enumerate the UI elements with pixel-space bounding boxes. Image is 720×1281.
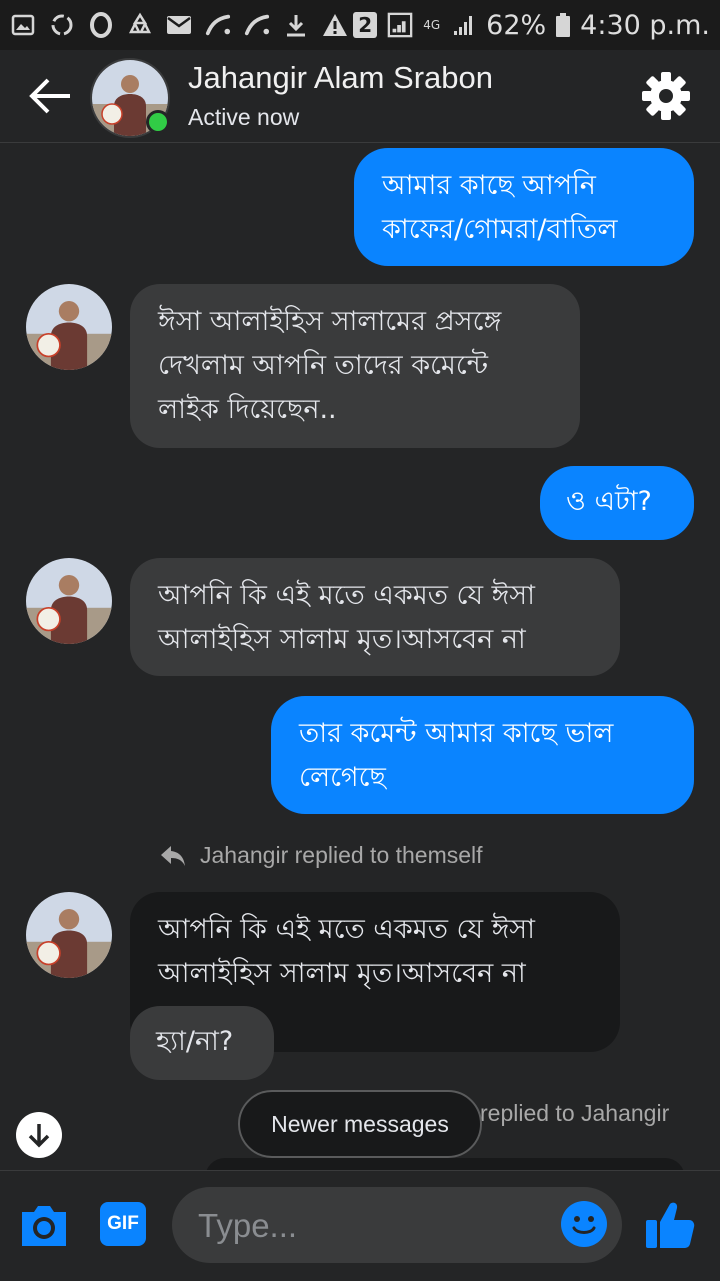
- contact-avatar[interactable]: [90, 58, 170, 138]
- message-incoming[interactable]: হ্যা/না?: [130, 1006, 274, 1080]
- avatar[interactable]: [26, 284, 112, 370]
- avatar[interactable]: [26, 892, 112, 978]
- network-type: 4G: [423, 18, 441, 32]
- message-line: লেগেছে: [299, 762, 386, 793]
- message-input[interactable]: [196, 1187, 560, 1265]
- like-button[interactable]: [642, 1196, 698, 1252]
- signal-icon: [450, 12, 476, 38]
- battery-icon: [556, 12, 571, 38]
- message-line: ঈসা আলাইহিস সালামের প্রসঙ্গে: [158, 306, 502, 337]
- sync-icon: [49, 12, 75, 38]
- gallery-icon: [10, 12, 36, 38]
- reply-note-text: Jahangir replied to themself: [200, 842, 483, 868]
- message-line: দেখলাম আপনি তাদের কমেন্টে: [158, 350, 489, 381]
- arrow-down-icon: [28, 1124, 50, 1148]
- mail-icon: [166, 12, 192, 38]
- message-line: ও এটা?: [566, 486, 652, 517]
- message-outgoing[interactable]: ও এটা?: [540, 466, 694, 540]
- message-line: তার কমেন্ট আমার কাছে ভাল: [299, 718, 614, 749]
- camera-button[interactable]: [18, 1200, 70, 1250]
- contact-name[interactable]: Jahangir Alam Srabon: [188, 60, 493, 96]
- phone-hook-icon: [205, 12, 231, 38]
- gif-button[interactable]: GIF: [100, 1202, 146, 1246]
- message-outgoing[interactable]: তার কমেন্ট আমার কাছে ভাল লেগেছে: [271, 696, 694, 814]
- back-button[interactable]: [26, 74, 74, 118]
- battery-percent: 62%: [486, 9, 547, 41]
- reply-icon: [161, 845, 185, 866]
- newer-messages-button[interactable]: Newer messages: [238, 1090, 482, 1158]
- arrow-left-icon: [29, 78, 70, 114]
- gear-icon: [642, 72, 690, 120]
- message-line: লাইক দিয়েছেন..: [158, 394, 337, 425]
- recycle-icon: [127, 12, 153, 38]
- warning-icon: [322, 12, 348, 38]
- download-icon: [283, 12, 309, 38]
- scroll-down-button[interactable]: [16, 1112, 62, 1158]
- message-line: আলাইহিস সালাম মৃত।আসবেন না: [158, 624, 526, 655]
- reply-note-partial: replied to Jahangir: [480, 1100, 670, 1126]
- settings-button[interactable]: [640, 70, 692, 122]
- clock: 4:30 p.m.: [580, 9, 710, 41]
- signal-outline-icon: [387, 12, 413, 38]
- message-line: আপনি কি এই মতে একমত যে ঈসা: [158, 580, 535, 611]
- sim-2-icon: 2: [353, 12, 378, 38]
- message-line: আপনি কি এই মতে একমত যে ঈসা: [158, 914, 535, 945]
- camera-icon: [22, 1206, 66, 1246]
- opera-icon: [88, 12, 114, 38]
- conversation-header: Jahangir Alam Srabon Active now: [0, 50, 720, 143]
- phone-hook-icon: [244, 12, 270, 38]
- message-line: কাফের/গোমরা/বাতিল: [382, 214, 618, 245]
- online-indicator: [146, 110, 170, 134]
- status-bar: 2 4G 62% 4:30 p.m.: [0, 0, 720, 50]
- message-outgoing[interactable]: আমার কাছে আপনি কাফের/গোমরা/বাতিল: [354, 148, 694, 266]
- emoji-icon: [561, 1201, 607, 1247]
- thumbs-up-icon: [646, 1202, 695, 1248]
- message-incoming[interactable]: আপনি কি এই মতে একমত যে ঈসা আলাইহিস সালাম…: [130, 558, 620, 676]
- avatar[interactable]: [26, 558, 112, 644]
- message-line: হ্যা/না?: [156, 1026, 234, 1057]
- emoji-button[interactable]: [560, 1200, 608, 1248]
- message-line: আলাইহিস সালাম মৃত।আসবেন না: [158, 958, 526, 989]
- message-input-container: [172, 1187, 622, 1265]
- reply-note: Jahangir replied to themself: [160, 842, 483, 869]
- active-status: Active now: [188, 104, 300, 130]
- message-incoming[interactable]: ঈসা আলাইহিস সালামের প্রসঙ্গে দেখলাম আপনি…: [130, 284, 580, 448]
- message-line: আমার কাছে আপনি: [382, 170, 596, 201]
